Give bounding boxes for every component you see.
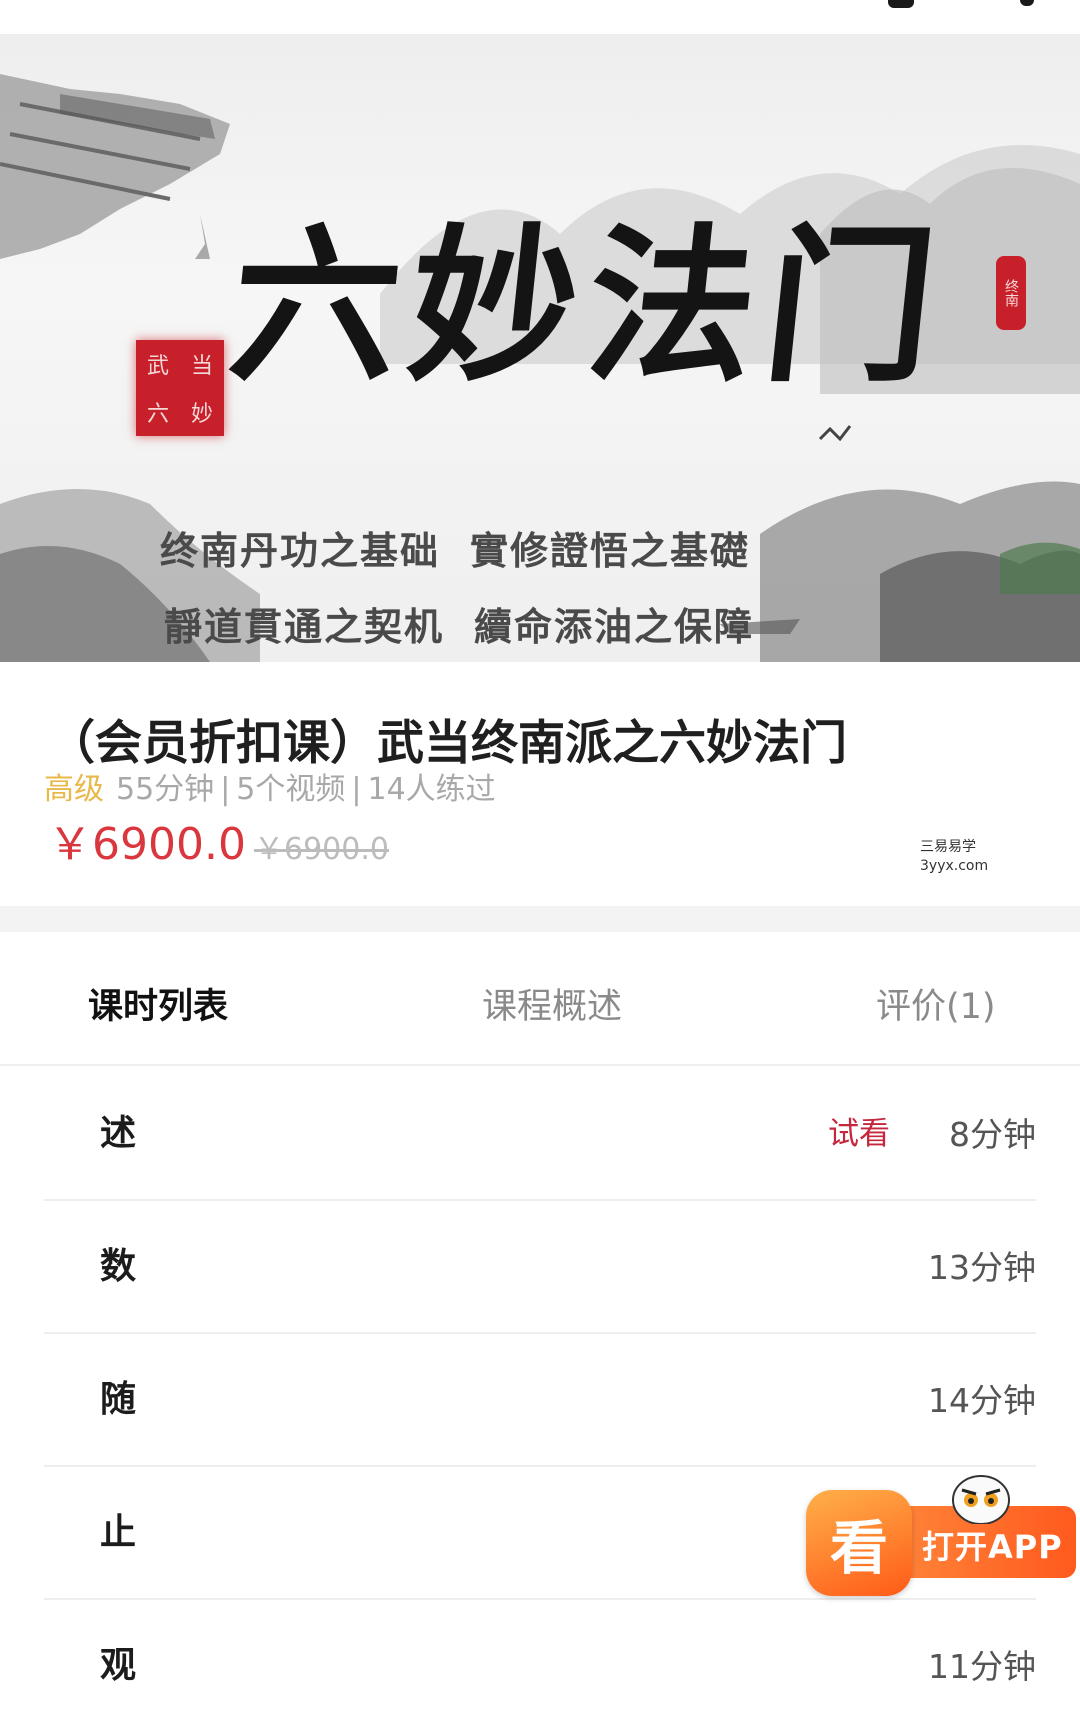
banner-tagline: 终南丹功之基础	[160, 528, 441, 573]
learner-count: 14人练过	[367, 772, 496, 807]
open-app-button[interactable]: 看 打开APP	[806, 1468, 1076, 1602]
course-meta: 高级 55分钟 | 5个视频 | 14人练过	[44, 764, 496, 808]
status-bar	[0, 0, 1080, 34]
banner-tagline: 實修證悟之基礎	[470, 528, 751, 573]
lesson-duration: 8分钟	[949, 1115, 1036, 1154]
lesson-row[interactable]: 数 13分钟	[44, 1199, 1036, 1334]
lesson-name: 随	[100, 1379, 137, 1420]
open-app-label[interactable]: 打开APP	[922, 1522, 1063, 1568]
meta-separator: |	[351, 772, 362, 807]
lesson-name: 述	[100, 1113, 137, 1154]
course-banner-image: 六妙法门 武 当 六 妙 终南 终南丹功之基础 實修證悟之基礎 靜道貫通之契机 …	[0, 34, 1080, 662]
lesson-duration: 13分钟	[928, 1248, 1036, 1287]
tab-reviews[interactable]: 评价(1)	[876, 978, 996, 1029]
seal-char: 六	[146, 402, 169, 427]
tab-course-overview[interactable]: 课程概述	[482, 978, 622, 1029]
course-info-panel: （会员折扣课）武当终南派之六妙法门 高级 55分钟 | 5个视频 | 14人练过 ￥690…	[0, 662, 1080, 906]
meta-separator: |	[220, 772, 231, 807]
status-icon	[1020, 0, 1034, 6]
course-duration: 55分钟	[116, 772, 215, 807]
tab-lesson-list[interactable]: 课时列表	[88, 978, 228, 1029]
lesson-row[interactable]: 观 11分钟	[44, 1598, 1036, 1731]
lesson-row[interactable]: 随 14分钟	[44, 1332, 1036, 1467]
watermark-url: 3yyx.com	[920, 858, 989, 874]
app-logo-icon[interactable]: 看	[806, 1490, 912, 1596]
banner-tagline: 續命添油之保障	[474, 604, 755, 649]
course-title: （会员折扣课）武当终南派之六妙法门	[48, 716, 847, 771]
seal-char: 武	[146, 354, 169, 379]
trial-badge[interactable]: 试看	[828, 1108, 890, 1153]
seal-char: 妙	[190, 402, 213, 427]
red-seal-stamp: 武 当 六 妙	[136, 340, 224, 436]
section-divider	[0, 906, 1080, 932]
lesson-name: 止	[100, 1512, 137, 1553]
lesson-duration: 11分钟	[928, 1647, 1036, 1686]
lesson-name: 数	[100, 1246, 137, 1287]
video-count: 5个视频	[236, 772, 346, 807]
current-price: ￥6900.0	[48, 819, 246, 870]
watermark-text: 三易易学	[920, 839, 976, 855]
original-price: ￥6900.0	[254, 832, 389, 867]
red-seal-stamp-small: 终南	[996, 256, 1026, 330]
mascot-icon	[952, 1475, 1010, 1524]
level-badge: 高级	[44, 772, 104, 807]
banner-calligraphy-title: 六妙法门	[221, 207, 955, 405]
lesson-list: 述 试看 8分钟 数 13分钟 随 14分钟 止 观 11分钟	[0, 1066, 1080, 1708]
status-icon	[888, 0, 914, 8]
lesson-row[interactable]: 述 试看 8分钟	[44, 1066, 1036, 1201]
course-tabs: 课时列表 课程概述 评价(1)	[0, 932, 1080, 1066]
lesson-duration: 14分钟	[928, 1381, 1036, 1420]
lesson-name: 观	[100, 1645, 137, 1686]
banner-tagline: 靜道貫通之契机	[164, 604, 445, 649]
seal-char: 当	[190, 354, 213, 379]
